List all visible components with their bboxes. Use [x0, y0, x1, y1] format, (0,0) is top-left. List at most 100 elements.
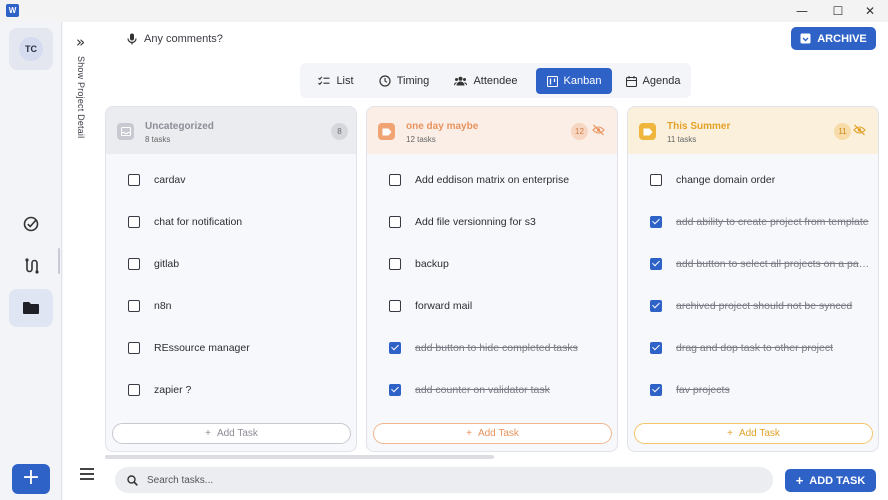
add-task-label: Add Task [738, 428, 780, 439]
task-checkbox[interactable] [128, 258, 140, 270]
avatar: TC [19, 37, 43, 61]
tab-list-label: List [336, 75, 354, 87]
left-rail: TC + [0, 22, 62, 500]
column-task-count: 8 tasks [145, 135, 171, 144]
task-checkbox[interactable] [389, 174, 401, 186]
task-card[interactable]: archived project should not be synced [628, 285, 878, 327]
rail-projects-button[interactable] [9, 289, 53, 327]
task-card[interactable]: drag and dop task to other project [628, 327, 878, 369]
search-input[interactable]: Search tasks... [115, 467, 773, 493]
eye-off-icon[interactable] [592, 124, 605, 136]
task-card[interactable]: add ability to create project from templ… [628, 201, 878, 243]
column-header: Uncategorized 8 tasks 8 [106, 107, 356, 154]
title-bar: W — ☐ ✕ [0, 0, 888, 22]
task-checkbox-checked[interactable] [650, 216, 662, 228]
task-title: drag and dop task to other project [676, 342, 834, 354]
task-title: forward mail [415, 300, 473, 312]
main-panel: Any comments? ARCHIVE List Timing Attend… [105, 22, 888, 500]
task-card[interactable]: change domain order [628, 159, 878, 201]
task-checkbox[interactable] [389, 300, 401, 312]
plus-icon: + [727, 428, 733, 439]
tab-agenda[interactable]: Agenda [620, 68, 686, 94]
column-task-count: 11 tasks [667, 135, 697, 144]
tab-list[interactable]: List [308, 68, 364, 94]
task-checkbox[interactable] [389, 258, 401, 270]
rail-tasks-button[interactable] [9, 205, 53, 243]
task-card[interactable]: chat for notification [106, 201, 356, 243]
task-checkbox[interactable] [128, 216, 140, 228]
task-card[interactable]: fav projects [628, 369, 878, 411]
archive-label: ARCHIVE [817, 32, 867, 45]
minimize-button[interactable]: — [784, 0, 820, 22]
inbox-icon [117, 123, 134, 140]
task-card[interactable]: zapier ? [106, 369, 356, 411]
comments-field[interactable]: Any comments? [127, 33, 223, 45]
task-checkbox-checked[interactable] [389, 342, 401, 354]
task-card[interactable]: add button to select all projects on a p… [628, 243, 878, 285]
app-logo-icon: W [6, 4, 19, 17]
task-checkbox-checked[interactable] [650, 384, 662, 396]
rail-divider [58, 248, 60, 274]
menu-icon[interactable] [80, 468, 94, 483]
kanban-column-one-day-maybe: one day maybe 12 tasks 12 Add eddison ma… [366, 106, 618, 452]
horizontal-scrollbar[interactable] [105, 455, 494, 459]
task-title: Add eddison matrix on enterprise [415, 174, 570, 186]
task-card[interactable]: n8n [106, 285, 356, 327]
tab-timing-label: Timing [396, 75, 430, 87]
task-card[interactable]: add button to hide completed tasks [367, 327, 617, 369]
task-checkbox-checked[interactable] [650, 342, 662, 354]
task-card[interactable]: backup [367, 243, 617, 285]
avatar-button[interactable]: TC [9, 28, 53, 70]
add-task-button[interactable]: + Add Task [373, 423, 612, 444]
task-card[interactable]: cardav [106, 159, 356, 201]
task-checkbox[interactable] [128, 300, 140, 312]
task-title: change domain order [676, 174, 776, 186]
kanban-icon [546, 75, 558, 87]
rail-routes-button[interactable] [9, 247, 53, 285]
tab-attendee-label: Attendee [473, 75, 518, 87]
task-card[interactable]: Add file versionning for s3 [367, 201, 617, 243]
checklist-icon [318, 76, 330, 86]
tab-kanban[interactable]: Kanban [536, 68, 612, 94]
task-checkbox[interactable] [128, 384, 140, 396]
maximize-button[interactable]: ☐ [820, 0, 856, 22]
project-detail-strip: » Show Project Detail [63, 22, 105, 500]
archive-icon [800, 33, 811, 44]
task-card[interactable]: forward mail [367, 285, 617, 327]
task-checkbox-checked[interactable] [650, 258, 662, 270]
tab-timing[interactable]: Timing [370, 68, 438, 94]
column-header: This Summer 11 tasks 11 [628, 107, 878, 154]
plus-icon: + [205, 428, 211, 439]
view-tabs: List Timing Attendee Kanban Agenda [300, 63, 691, 98]
task-card[interactable]: Add eddison matrix on enterprise [367, 159, 617, 201]
add-task-button[interactable]: + Add Task [634, 423, 873, 444]
task-checkbox-checked[interactable] [389, 384, 401, 396]
expand-chevrons-icon[interactable]: » [76, 33, 85, 51]
task-card[interactable]: add counter on validator task [367, 369, 617, 411]
route-icon [25, 258, 39, 274]
comments-label: Any comments? [144, 33, 223, 45]
add-task-main-button[interactable]: + ADD TASK [785, 469, 876, 492]
eye-off-icon[interactable] [853, 124, 866, 136]
calendar-icon [625, 75, 637, 87]
task-title: zapier ? [154, 384, 192, 396]
plus-icon: + [466, 428, 472, 439]
tab-attendee[interactable]: Attendee [448, 68, 524, 94]
show-project-detail-toggle[interactable]: Show Project Detail [76, 56, 86, 138]
column-title: Uncategorized [145, 121, 214, 132]
plus-icon: + [795, 473, 804, 488]
task-title: fav projects [676, 384, 730, 396]
close-button[interactable]: ✕ [852, 0, 888, 22]
task-checkbox[interactable] [128, 342, 140, 354]
task-checkbox[interactable] [389, 216, 401, 228]
archive-button[interactable]: ARCHIVE [791, 27, 876, 50]
task-card[interactable]: REssource manager [106, 327, 356, 369]
task-checkbox[interactable] [128, 174, 140, 186]
task-title: add button to select all projects on a p… [676, 258, 870, 270]
task-checkbox-checked[interactable] [650, 300, 662, 312]
add-task-button[interactable]: + Add Task [112, 423, 351, 444]
task-title: archived project should not be synced [676, 300, 853, 312]
task-checkbox[interactable] [650, 174, 662, 186]
task-card[interactable]: gitlab [106, 243, 356, 285]
create-fab-button[interactable]: + [12, 464, 50, 494]
